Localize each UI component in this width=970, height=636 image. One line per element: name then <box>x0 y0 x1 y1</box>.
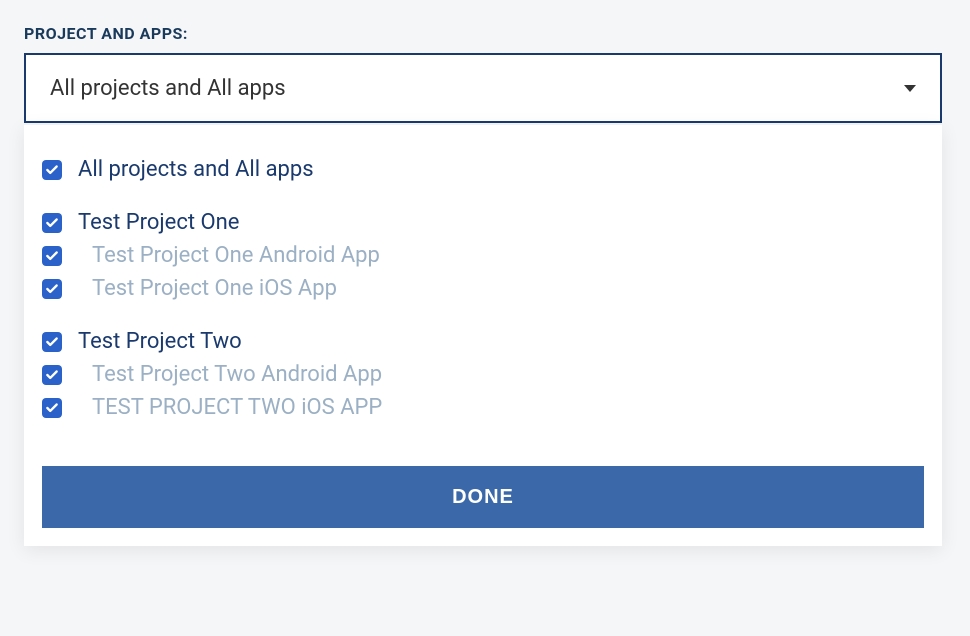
checkbox-icon[interactable] <box>42 246 62 266</box>
option-label: Test Project One Android App <box>92 243 380 268</box>
option-label: Test Project One <box>78 210 239 235</box>
option-label: All projects and All apps <box>78 157 314 182</box>
option-project-two-ios[interactable]: TEST PROJECT TWO iOS APP <box>42 395 924 420</box>
option-all[interactable]: All projects and All apps <box>42 157 924 182</box>
checkbox-icon[interactable] <box>42 365 62 385</box>
checkbox-icon[interactable] <box>42 160 62 180</box>
option-project-one[interactable]: Test Project One <box>42 210 924 235</box>
checkbox-icon[interactable] <box>42 213 62 233</box>
option-label: Test Project Two <box>78 329 242 354</box>
option-all-group: All projects and All apps <box>42 157 924 182</box>
option-group-project-two: Test Project Two Test Project Two Androi… <box>42 329 924 420</box>
done-button[interactable]: DONE <box>42 466 924 528</box>
field-label: PROJECT AND APPS: <box>24 24 946 43</box>
option-label: Test Project One iOS App <box>92 276 337 301</box>
caret-down-icon <box>904 85 916 92</box>
checkbox-icon[interactable] <box>42 279 62 299</box>
project-apps-select[interactable]: All projects and All apps <box>24 53 942 123</box>
option-project-two-android[interactable]: Test Project Two Android App <box>42 362 924 387</box>
option-project-one-ios[interactable]: Test Project One iOS App <box>42 276 924 301</box>
option-project-two[interactable]: Test Project Two <box>42 329 924 354</box>
checkbox-icon[interactable] <box>42 398 62 418</box>
option-label: TEST PROJECT TWO iOS APP <box>92 395 382 420</box>
dropdown-panel: All projects and All apps Test Project O… <box>24 125 942 546</box>
option-project-one-android[interactable]: Test Project One Android App <box>42 243 924 268</box>
option-label: Test Project Two Android App <box>92 362 382 387</box>
project-apps-select-wrapper: All projects and All apps All projects a… <box>24 53 946 123</box>
option-group-project-one: Test Project One Test Project One Androi… <box>42 210 924 301</box>
select-value: All projects and All apps <box>50 76 286 101</box>
checkbox-icon[interactable] <box>42 332 62 352</box>
